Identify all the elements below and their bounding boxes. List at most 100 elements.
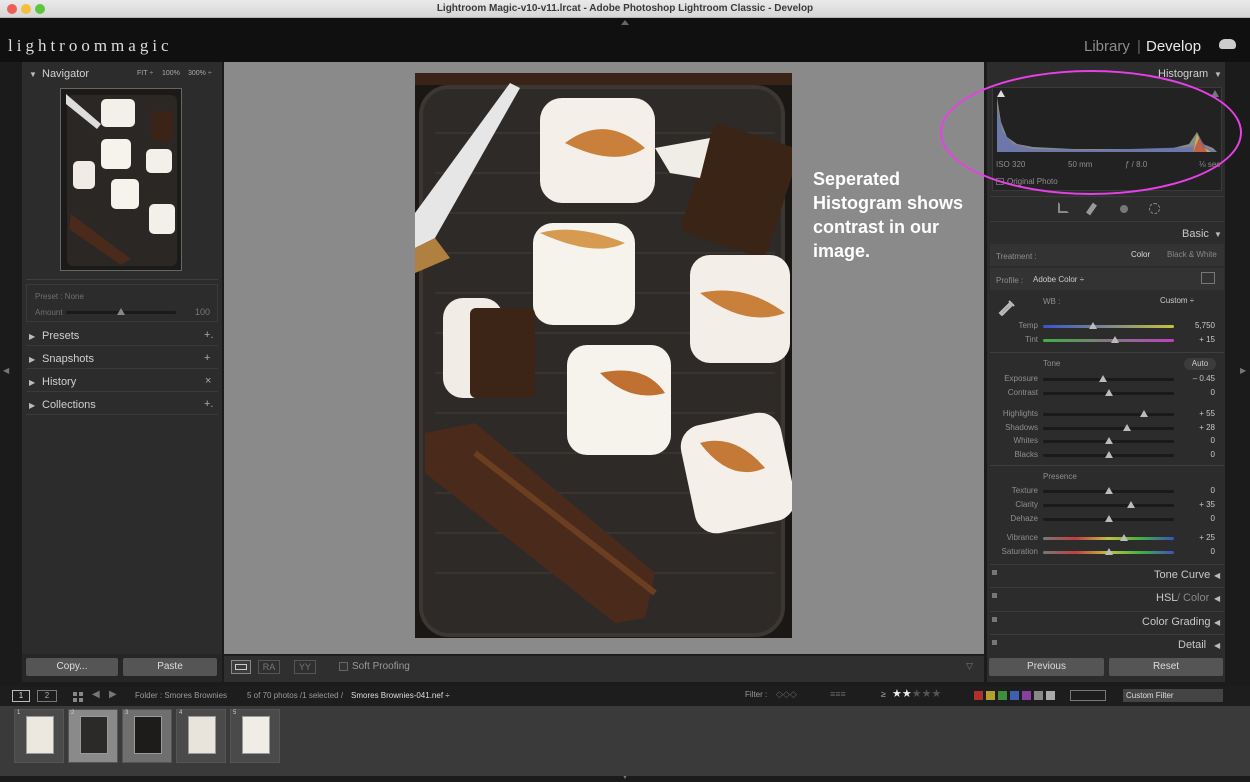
slider-knob-texture[interactable] — [1104, 487, 1113, 494]
color-label-swatch[interactable] — [986, 691, 995, 700]
before-after-tb-icon[interactable]: YY — [294, 660, 316, 674]
wb-eyedropper-icon[interactable] — [997, 296, 1017, 317]
custom-filter-dropdown[interactable]: Custom Filter — [1123, 689, 1223, 702]
forward-arrow-icon[interactable]: ▶ — [109, 689, 117, 700]
red-eye-icon[interactable] — [1120, 205, 1128, 213]
slider-knob-dehaze[interactable] — [1104, 515, 1113, 522]
cloud-sync-icon[interactable] — [1219, 39, 1236, 49]
filter-presets-icon[interactable] — [1070, 690, 1106, 701]
slider-knob-clarity[interactable] — [1126, 501, 1135, 508]
auto-tone-button[interactable]: Auto — [1184, 358, 1216, 370]
add-snapshot-icon[interactable]: + — [204, 352, 210, 364]
toolbar-menu-icon[interactable]: ▽ — [966, 661, 973, 672]
primary-window-button[interactable]: 1 — [12, 690, 30, 702]
folder-source[interactable]: Folder : Smores Brownies — [135, 691, 227, 700]
tone-curve-toggle-icon[interactable] — [992, 570, 997, 575]
slider-value-tint[interactable]: + 15 — [1185, 335, 1215, 344]
slider-knob-highlights[interactable] — [1139, 410, 1148, 417]
detail-toggle-icon[interactable] — [992, 640, 997, 645]
hsl-color-header[interactable]: HSL / Color ◀ — [990, 587, 1224, 607]
back-arrow-icon[interactable]: ◀ — [92, 689, 100, 700]
collections-panel-header[interactable]: ▶ Collections +. — [26, 396, 218, 415]
slider-value-dehaze[interactable]: 0 — [1185, 514, 1215, 523]
filmstrip-thumb[interactable]: 5 — [230, 709, 280, 763]
filmstrip-thumb[interactable]: 2 — [68, 709, 118, 763]
color-label-swatch[interactable] — [974, 691, 983, 700]
amount-slider-knob[interactable] — [117, 308, 125, 315]
basic-collapse-icon[interactable]: ▼ — [1214, 230, 1222, 239]
paste-settings-button[interactable]: Paste — [123, 658, 217, 676]
edit-filter-icons[interactable]: ≡≡≡ — [830, 689, 870, 701]
zoom-fit[interactable]: FIT ÷ — [137, 70, 153, 77]
history-panel-header[interactable]: ▶ History × — [26, 373, 218, 392]
hsl-toggle-icon[interactable] — [992, 593, 997, 598]
color-tab[interactable]: Color — [1183, 592, 1209, 604]
slider-track-exposure[interactable] — [1043, 378, 1174, 381]
slider-value-vibrance[interactable]: + 25 — [1185, 533, 1215, 542]
profile-browser-icon[interactable] — [1201, 272, 1215, 284]
rating-operator[interactable]: ≥ — [881, 689, 886, 699]
secondary-window-button[interactable]: 2 — [37, 690, 57, 702]
module-develop[interactable]: Develop — [1146, 38, 1201, 55]
right-panel-toggle-icon[interactable]: ▶ — [1240, 366, 1246, 375]
slider-track-clarity[interactable] — [1043, 504, 1174, 507]
main-photo[interactable] — [415, 73, 792, 638]
hsl-tab[interactable]: HSL — [1156, 592, 1177, 604]
color-label-swatch[interactable] — [1010, 691, 1019, 700]
treatment-bw-option[interactable]: Black & White — [1167, 250, 1217, 259]
filmstrip-thumb[interactable]: 3 — [122, 709, 172, 763]
slider-knob-tint[interactable] — [1111, 336, 1120, 343]
slider-value-clarity[interactable]: + 35 — [1185, 500, 1215, 509]
clear-history-icon[interactable]: × — [205, 375, 211, 387]
slider-value-temp[interactable]: 5,750 — [1185, 321, 1215, 330]
slider-knob-vibrance[interactable] — [1120, 534, 1129, 541]
presets-panel-header[interactable]: ▶ Presets +. — [26, 327, 218, 346]
masking-icon[interactable] — [1149, 203, 1160, 214]
filmstrip-thumb[interactable]: 4 — [176, 709, 226, 763]
detail-header[interactable]: Detail ◀ — [990, 634, 1224, 654]
slider-knob-temp[interactable] — [1088, 322, 1097, 329]
slider-value-whites[interactable]: 0 — [1185, 436, 1215, 445]
color-grading-toggle-icon[interactable] — [992, 617, 997, 622]
crop-icon[interactable] — [1058, 202, 1069, 213]
previous-button[interactable]: Previous — [989, 658, 1104, 676]
slider-knob-saturation[interactable] — [1104, 548, 1113, 555]
slider-value-shadows[interactable]: + 28 — [1185, 423, 1215, 432]
slider-knob-whites[interactable] — [1104, 437, 1113, 444]
slider-value-blacks[interactable]: 0 — [1185, 450, 1215, 459]
loupe-view-icon[interactable] — [231, 660, 251, 674]
module-library[interactable]: Library — [1084, 38, 1130, 55]
top-panel-toggle-icon[interactable] — [621, 20, 629, 25]
before-after-lr-icon[interactable]: RA — [258, 660, 280, 674]
slider-knob-shadows[interactable] — [1122, 424, 1131, 431]
navigator-collapse-icon[interactable]: ▼ — [29, 70, 37, 79]
filmstrip-thumb[interactable]: 1 — [14, 709, 64, 763]
tone-curve-header[interactable]: Tone Curve ◀ — [990, 564, 1224, 584]
selected-filename[interactable]: Smores Brownies-041.nef ÷ — [351, 691, 450, 700]
color-label-swatch[interactable] — [1022, 691, 1031, 700]
reset-button[interactable]: Reset — [1109, 658, 1223, 676]
grid-view-icon[interactable] — [73, 690, 84, 702]
slider-track-highlights[interactable] — [1043, 413, 1174, 416]
slider-track-temp[interactable] — [1043, 325, 1174, 328]
slider-knob-blacks[interactable] — [1104, 451, 1113, 458]
zoom-100[interactable]: 100% — [162, 70, 180, 77]
slider-track-tint[interactable] — [1043, 339, 1174, 342]
wb-dropdown[interactable]: Custom ÷ — [1160, 296, 1194, 305]
color-label-swatch[interactable] — [1034, 691, 1043, 700]
profile-dropdown[interactable]: Adobe Color ÷ — [1033, 275, 1084, 284]
snapshots-panel-header[interactable]: ▶ Snapshots + — [26, 350, 218, 369]
color-grading-header[interactable]: Color Grading ◀ — [990, 611, 1224, 631]
slider-value-exposure[interactable]: – 0.45 — [1185, 374, 1215, 383]
slider-value-contrast[interactable]: 0 — [1185, 388, 1215, 397]
left-panel-toggle-icon[interactable]: ◀ — [3, 366, 9, 375]
slider-track-vibrance[interactable] — [1043, 537, 1174, 540]
zoom-300[interactable]: 300% ÷ — [188, 70, 212, 77]
copy-settings-button[interactable]: Copy... — [26, 658, 118, 676]
slider-track-shadows[interactable] — [1043, 427, 1174, 430]
treatment-color-option[interactable]: Color — [1131, 250, 1150, 259]
slider-knob-exposure[interactable] — [1099, 375, 1108, 382]
slider-value-saturation[interactable]: 0 — [1185, 547, 1215, 556]
color-label-swatch[interactable] — [998, 691, 1007, 700]
add-preset-icon[interactable]: +. — [204, 329, 213, 341]
